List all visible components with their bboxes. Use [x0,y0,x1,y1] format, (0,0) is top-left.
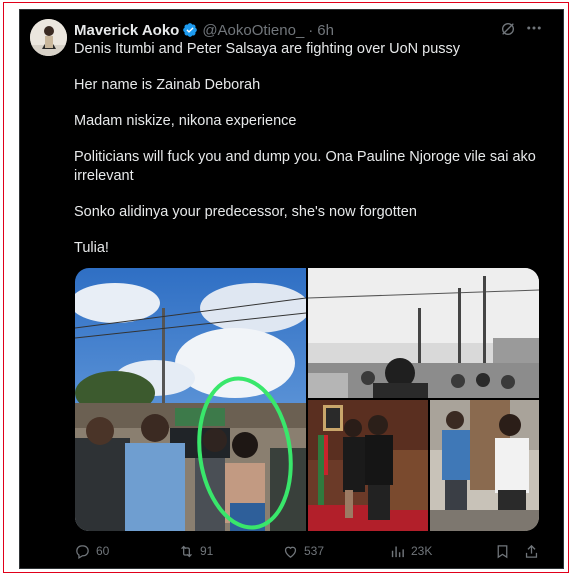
bookmark-icon [497,544,508,558]
more-options-icon[interactable] [524,19,544,37]
like-button[interactable]: 537 [282,541,324,561]
reply-button[interactable]: 60 [74,541,109,561]
author-handle[interactable]: @AokoOtieno_ [202,22,304,39]
views-icon [391,546,404,557]
grok-icon[interactable] [500,21,516,37]
tweet-actions: 60 91 537 23K [74,541,544,561]
repost-icon [181,545,192,557]
screenshot-frame: Maverick Aoko @AokoOtieno_ · 6h Denis It… [3,2,569,573]
avatar[interactable] [30,19,67,56]
separator-dot: · [308,21,314,39]
photo-office-hug[interactable] [308,400,428,531]
photo-bw-street[interactable] [308,268,539,398]
views-button[interactable]: 23K [389,541,432,561]
tweet-card[interactable]: Maverick Aoko @AokoOtieno_ · 6h Denis It… [19,9,564,569]
tweet-paragraph: Sonko alidinya your predecessor, she's n… [74,204,417,220]
repost-count: 91 [200,544,214,558]
verified-badge-icon [183,23,198,37]
tweet-text: Denis Itumbi and Peter Salsaya are fight… [74,40,544,275]
photo-street-crowd[interactable] [75,268,306,531]
views-count: 23K [411,544,433,558]
timestamp[interactable]: 6h [317,22,334,39]
share-icon [525,544,538,558]
author-name[interactable]: Maverick Aoko [74,22,179,39]
tweet-paragraph: Madam niskize, nikona experience [74,113,297,129]
share-button[interactable] [523,541,545,561]
tweet-paragraph: Denis Itumbi and Peter Salsaya are fight… [74,41,461,57]
tweet-paragraph: Politicians will fuck you and dump you. … [74,149,536,184]
like-count: 537 [304,544,325,558]
tweet-header: Maverick Aoko @AokoOtieno_ · 6h [74,20,334,40]
tweet-paragraph: Her name is Zainab Deborah [74,77,261,93]
photo-people-blue[interactable] [430,400,539,531]
tweet-paragraph: Tulia! [74,240,109,256]
bookmark-button[interactable] [494,541,516,561]
reply-count: 60 [96,544,110,558]
like-icon [284,546,297,558]
reply-icon [76,544,89,559]
repost-button[interactable]: 91 [178,541,213,561]
media-grid [75,268,539,531]
